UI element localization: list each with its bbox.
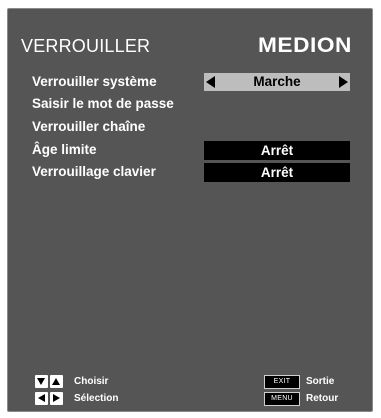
exit-hint: Sortie	[306, 376, 335, 387]
brand-logo: MEDION	[258, 34, 352, 57]
back-hint: Retour	[306, 393, 339, 404]
menu-item-label: Saisir le mot de passe	[32, 96, 174, 111]
page-title: VERROUILLER	[21, 36, 151, 56]
lock-system-selector[interactable]: Marche	[204, 73, 350, 91]
menu-item-key-lock[interactable]: Verrouillage clavier Arrêt	[8, 161, 372, 183]
menu-item-label: Verrouiller chaîne	[32, 119, 146, 134]
menu-item-label: Âge limite	[32, 142, 97, 157]
footer-help-bar: Choisir Sélection EXIT Sortie MENU Retou…	[14, 369, 366, 409]
select-hint: Sélection	[74, 393, 119, 404]
menu-item-enter-password[interactable]: Saisir le mot de passe	[8, 93, 372, 115]
arrow-right-icon	[50, 392, 63, 405]
menu-item-label: Verrouillage clavier	[32, 164, 156, 179]
key-lock-value-box[interactable]: Arrêt	[204, 163, 350, 182]
menu-item-lock-channel[interactable]: Verrouiller chaîne	[8, 116, 372, 138]
age-limit-value: Arrêt	[260, 143, 294, 158]
arrow-down-icon	[35, 375, 48, 388]
arrow-up-icon	[50, 375, 63, 388]
menu-item-lock-system[interactable]: Verrouiller système Marche	[8, 71, 372, 93]
choose-hint: Choisir	[74, 376, 109, 387]
arrow-right-icon[interactable]	[339, 76, 348, 88]
exit-key-badge: EXIT	[264, 375, 300, 389]
menu-body: Verrouiller système Marche Saisir le mot…	[8, 65, 372, 365]
menu-header: VERROUILLER MEDION	[8, 9, 372, 59]
menu-key-badge: MENU	[264, 392, 300, 406]
menu-item-age-limit[interactable]: Âge limite Arrêt	[8, 139, 372, 161]
menu-item-label: Verrouiller système	[32, 74, 157, 89]
lock-menu-panel: VERROUILLER MEDION Verrouiller système M…	[7, 8, 373, 412]
age-limit-value-box[interactable]: Arrêt	[204, 141, 350, 160]
lock-system-value: Marche	[253, 74, 301, 89]
key-lock-value: Arrêt	[260, 165, 294, 180]
arrow-left-icon	[35, 392, 48, 405]
